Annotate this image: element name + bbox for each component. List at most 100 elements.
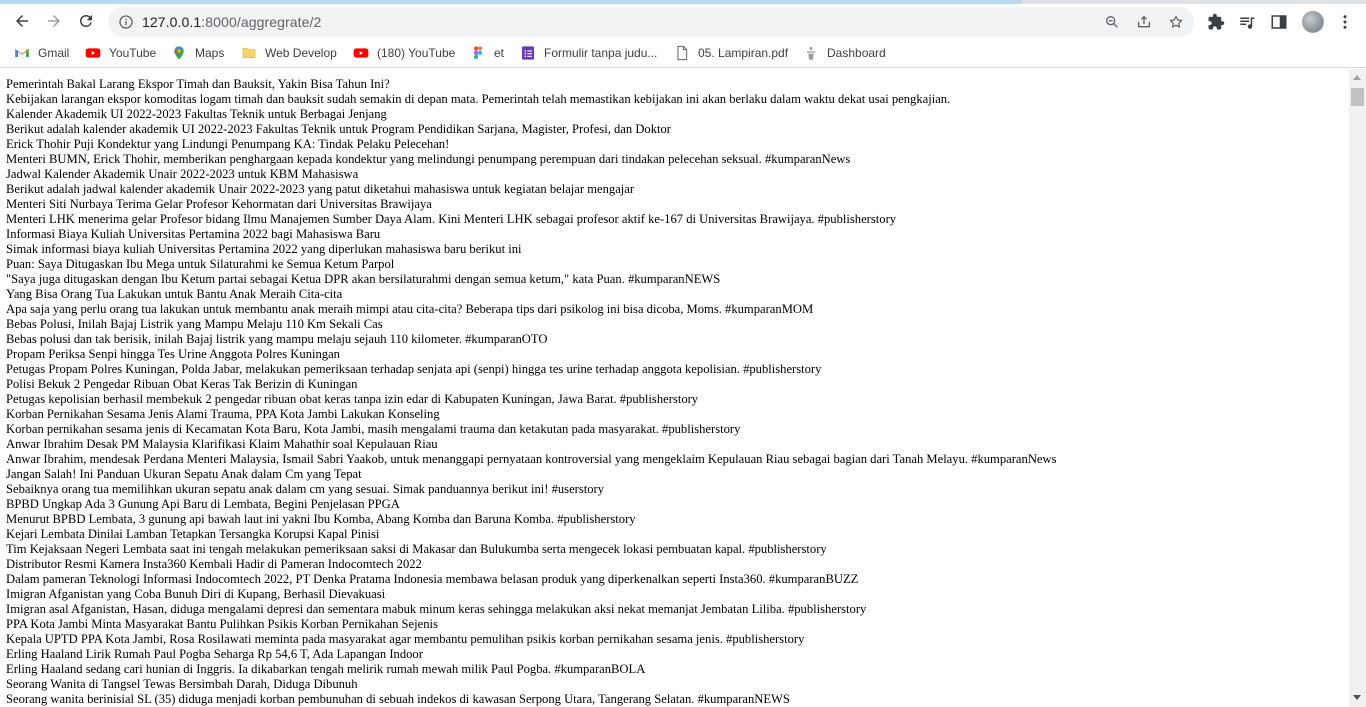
scroll-down-arrow-icon[interactable]	[1353, 695, 1361, 700]
article-summary: Kebijakan larangan ekspor komoditas loga…	[6, 92, 951, 106]
bookmark-figma-et[interactable]: et	[470, 44, 504, 62]
article-summary: "Saya juga ditugaskan dengan Ibu Ketum p…	[6, 272, 721, 286]
bookmark-lampiran-pdf[interactable]: 05. Lampiran.pdf	[674, 44, 788, 62]
site-info-icon[interactable]	[118, 14, 134, 30]
figma-icon	[470, 45, 486, 61]
article-summary: Anwar Ibrahim, mendesak Perdana Menteri …	[6, 452, 1057, 466]
article-title: Erling Haaland Lirik Rumah Paul Pogba Se…	[6, 647, 423, 661]
scroll-up-arrow-icon[interactable]	[1353, 75, 1361, 80]
article-summary: Sebaiknya orang tua memilihkan ukuran se…	[6, 482, 605, 496]
article-title: Polisi Bekuk 2 Pengedar Ribuan Obat Kera…	[6, 377, 358, 391]
queue-music-icon	[1240, 17, 1255, 29]
folder-icon	[241, 45, 257, 61]
forward-button[interactable]	[40, 7, 68, 35]
article-title: Yang Bisa Orang Tua Lakukan untuk Bantu …	[6, 287, 343, 301]
article-summary: Apa saja yang perlu orang tua lakukan un…	[6, 302, 814, 316]
share-icon	[1138, 15, 1150, 28]
bookmark-dashboard[interactable]: Dashboard	[803, 44, 886, 62]
document-icon	[674, 45, 690, 61]
article-summary: Tim Kejaksaan Negeri Lembata saat ini te…	[6, 542, 827, 556]
reload-icon	[80, 14, 92, 27]
bookmark-label: et	[494, 46, 505, 60]
bookmark-label: Formulir tanpa judu...	[544, 46, 658, 60]
vertical-scrollbar[interactable]	[1349, 69, 1366, 707]
back-button[interactable]	[8, 7, 36, 35]
article-title: Informasi Biaya Kuliah Universitas Perta…	[6, 227, 381, 241]
bookmark-gmail[interactable]: Gmail	[14, 44, 69, 62]
google-forms-icon	[520, 45, 536, 61]
url-path: :8000/aggregrate/2	[201, 14, 322, 30]
reload-button[interactable]	[72, 7, 100, 35]
address-bar[interactable]: 127.0.0.1:8000/aggregrate/2	[108, 7, 1194, 37]
article-summary: Berikut adalah kalender akademik UI 2022…	[6, 122, 672, 136]
extensions-button[interactable]	[1207, 13, 1225, 31]
url-text[interactable]: 127.0.0.1:8000/aggregrate/2	[142, 14, 321, 30]
bookmark-folder-web-develop[interactable]: Web Develop	[241, 44, 337, 62]
bookmark-maps[interactable]: Maps	[171, 44, 224, 62]
article-list: Pemerintah Bakal Larang Ekspor Timah dan…	[6, 77, 1057, 707]
bookmark-label: Gmail	[38, 46, 70, 60]
article-summary: Menurut BPBD Lembata, 3 gunung api bawah…	[6, 512, 636, 526]
gmail-icon	[14, 45, 30, 61]
arrow-right-icon	[48, 15, 60, 27]
article-title: Jadwal Kalender Akademik Unair 2022-2023…	[6, 167, 359, 181]
browser-toolbar: 127.0.0.1:8000/aggregrate/2	[0, 4, 1366, 38]
bookmark-label: Maps	[195, 46, 225, 60]
menu-button[interactable]	[1336, 13, 1354, 31]
article-summary: Simak informasi biaya kuliah Universitas…	[6, 242, 522, 256]
article-title: Anwar Ibrahim Desak PM Malaysia Klarifik…	[6, 437, 438, 451]
bookmark-youtube[interactable]: YouTube	[85, 44, 156, 62]
bookmark-label: Web Develop	[265, 46, 337, 60]
article-title: Pemerintah Bakal Larang Ekspor Timah dan…	[6, 77, 390, 91]
puzzle-icon	[1208, 13, 1225, 30]
article-title: Erick Thohir Puji Kondektur yang Lindung…	[6, 137, 450, 151]
article-title: Distributor Resmi Kamera Insta360 Kembal…	[6, 557, 422, 571]
bookmark-youtube-180[interactable]: (180) YouTube	[353, 44, 455, 62]
article-summary: Menteri BUMN, Erick Thohir, memberikan p…	[6, 152, 851, 166]
side-panel-icon	[1271, 15, 1287, 29]
article-title: Jangan Salah! Ini Panduan Ukuran Sepatu …	[6, 467, 362, 481]
side-panel-button[interactable]	[1270, 13, 1288, 31]
bookmark-label: 05. Lampiran.pdf	[698, 46, 789, 60]
article-summary: Berikut adalah jadwal kalender akademik …	[6, 182, 635, 196]
dashboard-icon	[803, 45, 819, 61]
article-title: Seorang Wanita di Tangsel Tewas Bersimba…	[6, 677, 358, 691]
article-title: PPA Kota Jambi Minta Masyarakat Bantu Pu…	[6, 617, 438, 631]
maps-icon	[171, 45, 187, 61]
zoom-icon	[1106, 15, 1118, 28]
media-control-button[interactable]	[1238, 13, 1256, 31]
profile-avatar[interactable]	[1302, 11, 1324, 33]
article-title: Kalender Akademik UI 2022-2023 Fakultas …	[6, 107, 387, 121]
bookmark-google-form[interactable]: Formulir tanpa judu...	[520, 44, 657, 62]
share-button[interactable]	[1136, 14, 1152, 30]
page-content: Pemerintah Bakal Larang Ekspor Timah dan…	[0, 69, 1349, 707]
article-summary: Seorang wanita berinisial SL (35) diduga…	[6, 692, 790, 706]
zoom-button[interactable]	[1104, 14, 1120, 30]
bookmark-label: Dashboard	[827, 46, 886, 60]
scrollbar-thumb[interactable]	[1351, 88, 1364, 106]
bookmark-label: YouTube	[109, 46, 157, 60]
bookmarks-bar: Gmail YouTube Maps Web Develop (180) You…	[0, 38, 1366, 68]
star-icon	[1169, 15, 1183, 28]
article-title: Bebas Polusi, Inilah Bajaj Listrik yang …	[6, 317, 383, 331]
article-title: Menteri Siti Nurbaya Terima Gelar Profes…	[6, 197, 432, 211]
url-host: 127.0.0.1	[142, 14, 202, 30]
article-title: Propam Periksa Senpi hingga Tes Urine An…	[6, 347, 340, 361]
article-title: Kejari Lembata Dinilai Lamban Tetapkan T…	[6, 527, 380, 541]
article-title: Puan: Saya Ditugaskan Ibu Mega untuk Sil…	[6, 257, 395, 271]
bookmark-label: (180) YouTube	[377, 46, 456, 60]
article-summary: Imigran asal Afganistan, Hasan, diduga m…	[6, 602, 867, 616]
article-summary: Petugas kepolisian berhasil membekuk 2 p…	[6, 392, 699, 406]
article-summary: Erling Haaland sedang cari hunian di Ing…	[6, 662, 646, 676]
article-summary: Petugas Propam Polres Kuningan, Polda Ja…	[6, 362, 822, 376]
article-title: BPBD Ungkap Ada 3 Gunung Api Baru di Lem…	[6, 497, 400, 511]
article-summary: Menteri LHK menerima gelar Profesor bida…	[6, 212, 897, 226]
more-vertical-icon	[1343, 15, 1347, 29]
arrow-left-icon	[16, 15, 28, 27]
article-summary: Korban pernikahan sesama jenis di Kecama…	[6, 422, 741, 436]
article-summary: Dalam pameran Teknologi Informasi Indoco…	[6, 572, 859, 586]
youtube-icon	[353, 45, 369, 61]
bookmark-star-button[interactable]	[1168, 14, 1184, 30]
article-title: Imigran Afganistan yang Coba Bunuh Diri …	[6, 587, 386, 601]
article-summary: Kepala UPTD PPA Kota Jambi, Rosa Rosilaw…	[6, 632, 805, 646]
